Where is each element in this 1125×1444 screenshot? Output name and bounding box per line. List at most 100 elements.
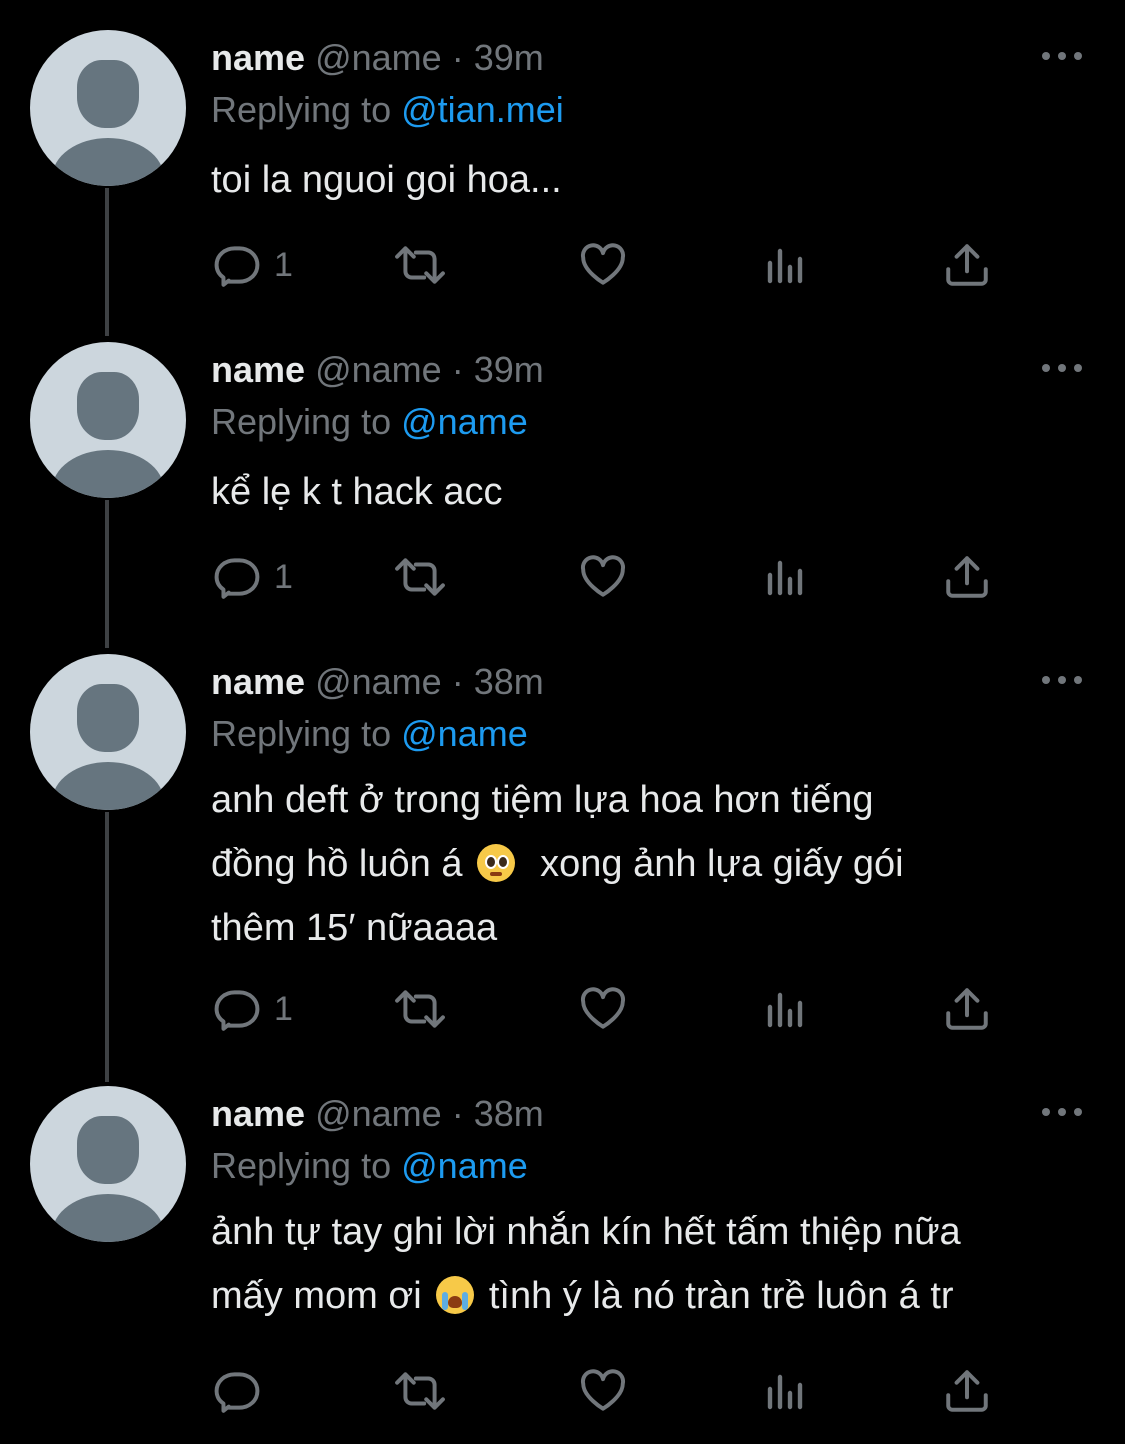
- more-options-icon[interactable]: [1042, 674, 1082, 686]
- replying-to-line: Replying to @name: [211, 400, 528, 444]
- action-bar: 1: [0, 552, 1125, 602]
- analytics-icon: [767, 560, 803, 596]
- views-button[interactable]: [762, 1366, 810, 1416]
- retweet-button[interactable]: [392, 552, 448, 602]
- reply-button[interactable]: 1: [212, 984, 293, 1034]
- replying-to-line: Replying to @name: [211, 712, 528, 756]
- reply-button[interactable]: 1: [212, 240, 293, 290]
- like-button[interactable]: [578, 552, 628, 602]
- retweet-icon: [395, 990, 445, 1028]
- tweet-text: anh deft ở trong tiệm lựa hoa hơn tiếng …: [211, 768, 1091, 960]
- replying-to-link[interactable]: @name: [401, 1145, 528, 1186]
- analytics-icon: [767, 992, 803, 1028]
- share-button[interactable]: [942, 1366, 992, 1416]
- avatar[interactable]: [30, 30, 186, 186]
- replying-to-link[interactable]: @name: [401, 401, 528, 442]
- display-name[interactable]: name: [211, 37, 305, 78]
- tweet-text: ảnh tự tay ghi lời nhắn kín hết tấm thiệ…: [211, 1200, 1091, 1328]
- replying-label: Replying to: [211, 89, 392, 130]
- heart-icon: [580, 555, 626, 597]
- separator: ·: [451, 37, 464, 78]
- tweet-text-line: ảnh tự tay ghi lời nhắn kín hết tấm thiệ…: [211, 1211, 961, 1253]
- action-bar: [0, 1366, 1125, 1416]
- share-icon: [946, 244, 988, 286]
- tweet-text: kể lẹ k t hack acc: [211, 462, 1091, 522]
- share-button[interactable]: [942, 240, 992, 290]
- avatar[interactable]: [30, 654, 186, 810]
- share-button[interactable]: [942, 984, 992, 1034]
- timestamp[interactable]: 38m: [474, 661, 544, 702]
- views-button[interactable]: [762, 240, 810, 290]
- timestamp[interactable]: 39m: [474, 349, 544, 390]
- more-options-icon[interactable]: [1042, 1106, 1082, 1118]
- action-bar: 1: [0, 240, 1125, 290]
- like-button[interactable]: [578, 240, 628, 290]
- views-button[interactable]: [762, 552, 810, 602]
- timestamp[interactable]: 39m: [474, 37, 544, 78]
- retweet-button[interactable]: [392, 984, 448, 1034]
- replying-to-link[interactable]: @tian.mei: [401, 89, 564, 130]
- like-button[interactable]: [578, 1366, 628, 1416]
- retweet-button[interactable]: [392, 240, 448, 290]
- reply-button[interactable]: 1: [212, 552, 293, 602]
- replying-to-link[interactable]: @name: [401, 713, 528, 754]
- reply-count: 1: [274, 990, 293, 1028]
- display-name[interactable]: name: [211, 349, 305, 390]
- tweet-text-line: mấy mom ơi tình ý là nó tràn trề luôn á …: [211, 1264, 1091, 1328]
- retweet-button[interactable]: [392, 1366, 448, 1416]
- heart-icon: [580, 1369, 626, 1411]
- reply-icon: [214, 990, 260, 1031]
- tweet-text-segment: đồng hồ luôn á: [211, 843, 463, 885]
- tweet-text-line: thêm 15′ nữaaaa: [211, 907, 498, 949]
- views-button[interactable]: [762, 984, 810, 1034]
- display-name[interactable]: name: [211, 1093, 305, 1134]
- action-bar: 1: [0, 984, 1125, 1034]
- separator: ·: [451, 1093, 464, 1134]
- tweet-header: name @name · 39m: [211, 36, 544, 80]
- tweet-text-segment: xong ảnh lựa giấy gói: [540, 843, 904, 885]
- heart-icon: [580, 987, 626, 1029]
- handle[interactable]: @name: [315, 349, 442, 390]
- retweet-icon: [395, 246, 445, 284]
- separator: ·: [451, 661, 464, 702]
- reply-count: 1: [274, 558, 293, 596]
- avatar[interactable]: [30, 342, 186, 498]
- more-options-icon[interactable]: [1042, 50, 1082, 62]
- handle[interactable]: @name: [315, 1093, 442, 1134]
- tweet-text-line: anh deft ở trong tiệm lựa hoa hơn tiếng: [211, 779, 874, 821]
- tweet-header: name @name · 39m: [211, 348, 544, 392]
- replying-to-line: Replying to @name: [211, 1144, 528, 1188]
- thread-connector: [105, 812, 109, 1082]
- handle[interactable]: @name: [315, 37, 442, 78]
- share-button[interactable]: [942, 552, 992, 602]
- loudly-crying-face-emoji: [436, 1276, 475, 1314]
- reply-count: 1: [274, 246, 293, 284]
- avatar[interactable]: [30, 1086, 186, 1242]
- retweet-icon: [395, 1372, 445, 1410]
- replying-label: Replying to: [211, 401, 392, 442]
- tweet-text-segment: mấy mom ơi: [211, 1275, 422, 1317]
- handle[interactable]: @name: [315, 661, 442, 702]
- timestamp[interactable]: 38m: [474, 1093, 544, 1134]
- tweet-text: toi la nguoi goi hoa...: [211, 150, 1091, 210]
- tweet-header: name @name · 38m: [211, 660, 544, 704]
- replying-to-line: Replying to @tian.mei: [211, 88, 564, 132]
- more-options-icon[interactable]: [1042, 362, 1082, 374]
- share-icon: [946, 556, 988, 598]
- tweet-text-line: toi la nguoi goi hoa...: [211, 159, 562, 201]
- analytics-icon: [767, 248, 803, 284]
- reply-icon: [214, 246, 260, 287]
- tweet-header: name @name · 38m: [211, 1092, 544, 1136]
- heart-icon: [580, 243, 626, 285]
- pleading-face-emoji: [477, 844, 516, 882]
- tweet-text-line: kể lẹ k t hack acc: [211, 471, 503, 513]
- like-button[interactable]: [578, 984, 628, 1034]
- tweet-text-segment: tình ý là nó tràn trề luôn á tr: [488, 1275, 954, 1317]
- reply-icon: [214, 1372, 260, 1413]
- display-name[interactable]: name: [211, 661, 305, 702]
- retweet-icon: [395, 558, 445, 596]
- separator: ·: [451, 349, 464, 390]
- analytics-icon: [767, 1374, 803, 1410]
- reply-button[interactable]: [212, 1366, 274, 1416]
- reply-icon: [214, 558, 260, 599]
